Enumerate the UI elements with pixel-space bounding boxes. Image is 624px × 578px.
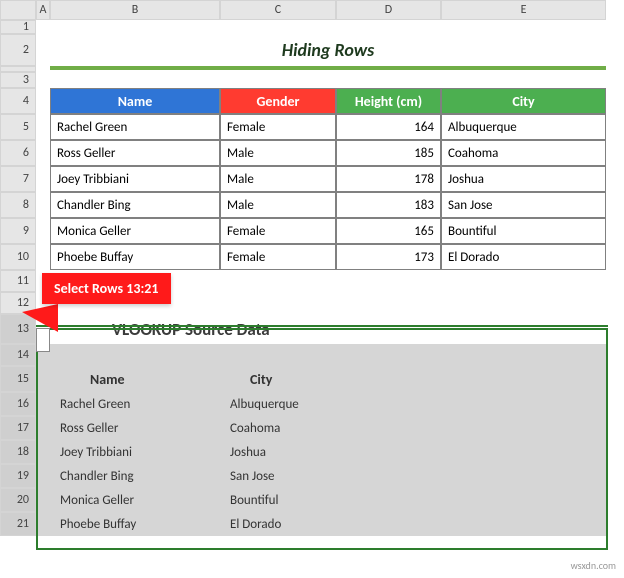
cell-name[interactable]: Rachel Green [50,114,220,140]
lookup-name: Ross Geller [50,416,220,440]
row-4[interactable]: 4 [0,88,36,114]
row-2[interactable]: 2 [0,34,36,66]
cell-city[interactable]: Albuquerque [441,114,606,140]
cell-gender[interactable]: Male [220,140,336,166]
row-15[interactable]: 15 [0,366,36,392]
selection-top-line [36,325,608,327]
lookup-name: Rachel Green [50,392,220,416]
cell-gender[interactable]: Female [220,218,336,244]
row-16[interactable]: 16 [0,392,36,416]
cell-A2[interactable] [36,34,50,66]
cell-height[interactable]: 183 [336,192,441,218]
lookup-row[interactable]: Chandler Bing San Jose [36,464,606,488]
cell-name[interactable]: Phoebe Buffay [50,244,220,270]
cell-height[interactable]: 178 [336,166,441,192]
cell-blank[interactable] [36,20,606,34]
cell-name[interactable]: Ross Geller [50,140,220,166]
row-5[interactable]: 5 [0,114,36,140]
lookup-header-city: City [220,366,336,392]
lookup-row[interactable]: Rachel Green Albuquerque [36,392,606,416]
spreadsheet-grid: A B C D E 1 2 Hiding Rows 3 4 Name Gende… [0,0,624,536]
lookup-name: Joey Tribbiani [50,440,220,464]
lookup-row[interactable]: Ross Geller Coahoma [36,416,606,440]
lookup-header-name: Name [50,366,220,392]
cell-height[interactable]: 185 [336,140,441,166]
lookup-city: Bountiful [220,488,336,512]
row-20[interactable]: 20 [0,488,36,512]
row-14[interactable]: 14 [0,344,36,366]
page-title: Hiding Rows [50,34,606,66]
callout-arrow-icon [22,304,58,332]
row-11[interactable]: 11 [0,270,36,292]
lookup-row[interactable]: Phoebe Buffay El Dorado [36,512,606,536]
col-E[interactable]: E [441,0,606,20]
row-9[interactable]: 9 [0,218,36,244]
watermark: wsxdn.com [571,559,616,572]
lookup-name: Chandler Bing [50,464,220,488]
cell-city[interactable]: Coahoma [441,140,606,166]
lookup-header-row[interactable]: Name City [36,366,606,392]
cell-gender[interactable]: Female [220,244,336,270]
cell-A4[interactable] [36,88,50,114]
lookup-city: Albuquerque [220,392,336,416]
lookup-city: El Dorado [220,512,336,536]
cell-gender[interactable]: Male [220,192,336,218]
lookup-city: San Jose [220,464,336,488]
header-height[interactable]: Height (cm) [336,88,441,114]
lookup-title[interactable]: VLOOKUP Source Data [36,314,606,344]
row-18[interactable]: 18 [0,440,36,464]
cell-city[interactable]: Bountiful [441,218,606,244]
row-8[interactable]: 8 [0,192,36,218]
cell-gender[interactable]: Male [220,166,336,192]
lookup-row[interactable]: Monica Geller Bountiful [36,488,606,512]
lookup-row[interactable]: Joey Tribbiani Joshua [36,440,606,464]
cell-city[interactable]: Joshua [441,166,606,192]
header-name[interactable]: Name [50,88,220,114]
callout-label: Select Rows 13:21 [42,273,171,304]
cell-city[interactable]: El Dorado [441,244,606,270]
row-10[interactable]: 10 [0,244,36,270]
col-C[interactable]: C [220,0,336,20]
cell-name[interactable]: Joey Tribbiani [50,166,220,192]
col-D[interactable]: D [336,0,441,20]
row-19[interactable]: 19 [0,464,36,488]
cell-height[interactable]: 164 [336,114,441,140]
row-7[interactable]: 7 [0,166,36,192]
row-17[interactable]: 17 [0,416,36,440]
title-underline [50,66,606,70]
row-21[interactable]: 21 [0,512,36,536]
cell-name[interactable]: Monica Geller [50,218,220,244]
col-A[interactable]: A [36,0,50,20]
lookup-name: Monica Geller [50,488,220,512]
lookup-city: Joshua [220,440,336,464]
row-3[interactable]: 3 [0,72,36,88]
cell-name[interactable]: Chandler Bing [50,192,220,218]
lookup-city: Coahoma [220,416,336,440]
header-city[interactable]: City [441,88,606,114]
lookup-name: Phoebe Buffay [50,512,220,536]
select-all-corner[interactable] [0,0,36,20]
cell-A5[interactable] [36,114,50,140]
cell-blank-3[interactable] [36,72,606,88]
col-B[interactable]: B [50,0,220,20]
cell-gender[interactable]: Female [220,114,336,140]
header-gender[interactable]: Gender [220,88,336,114]
cell-height[interactable]: 165 [336,218,441,244]
row-1[interactable]: 1 [0,20,36,34]
cell-height[interactable]: 173 [336,244,441,270]
row-6[interactable]: 6 [0,140,36,166]
cell-city[interactable]: San Jose [441,192,606,218]
